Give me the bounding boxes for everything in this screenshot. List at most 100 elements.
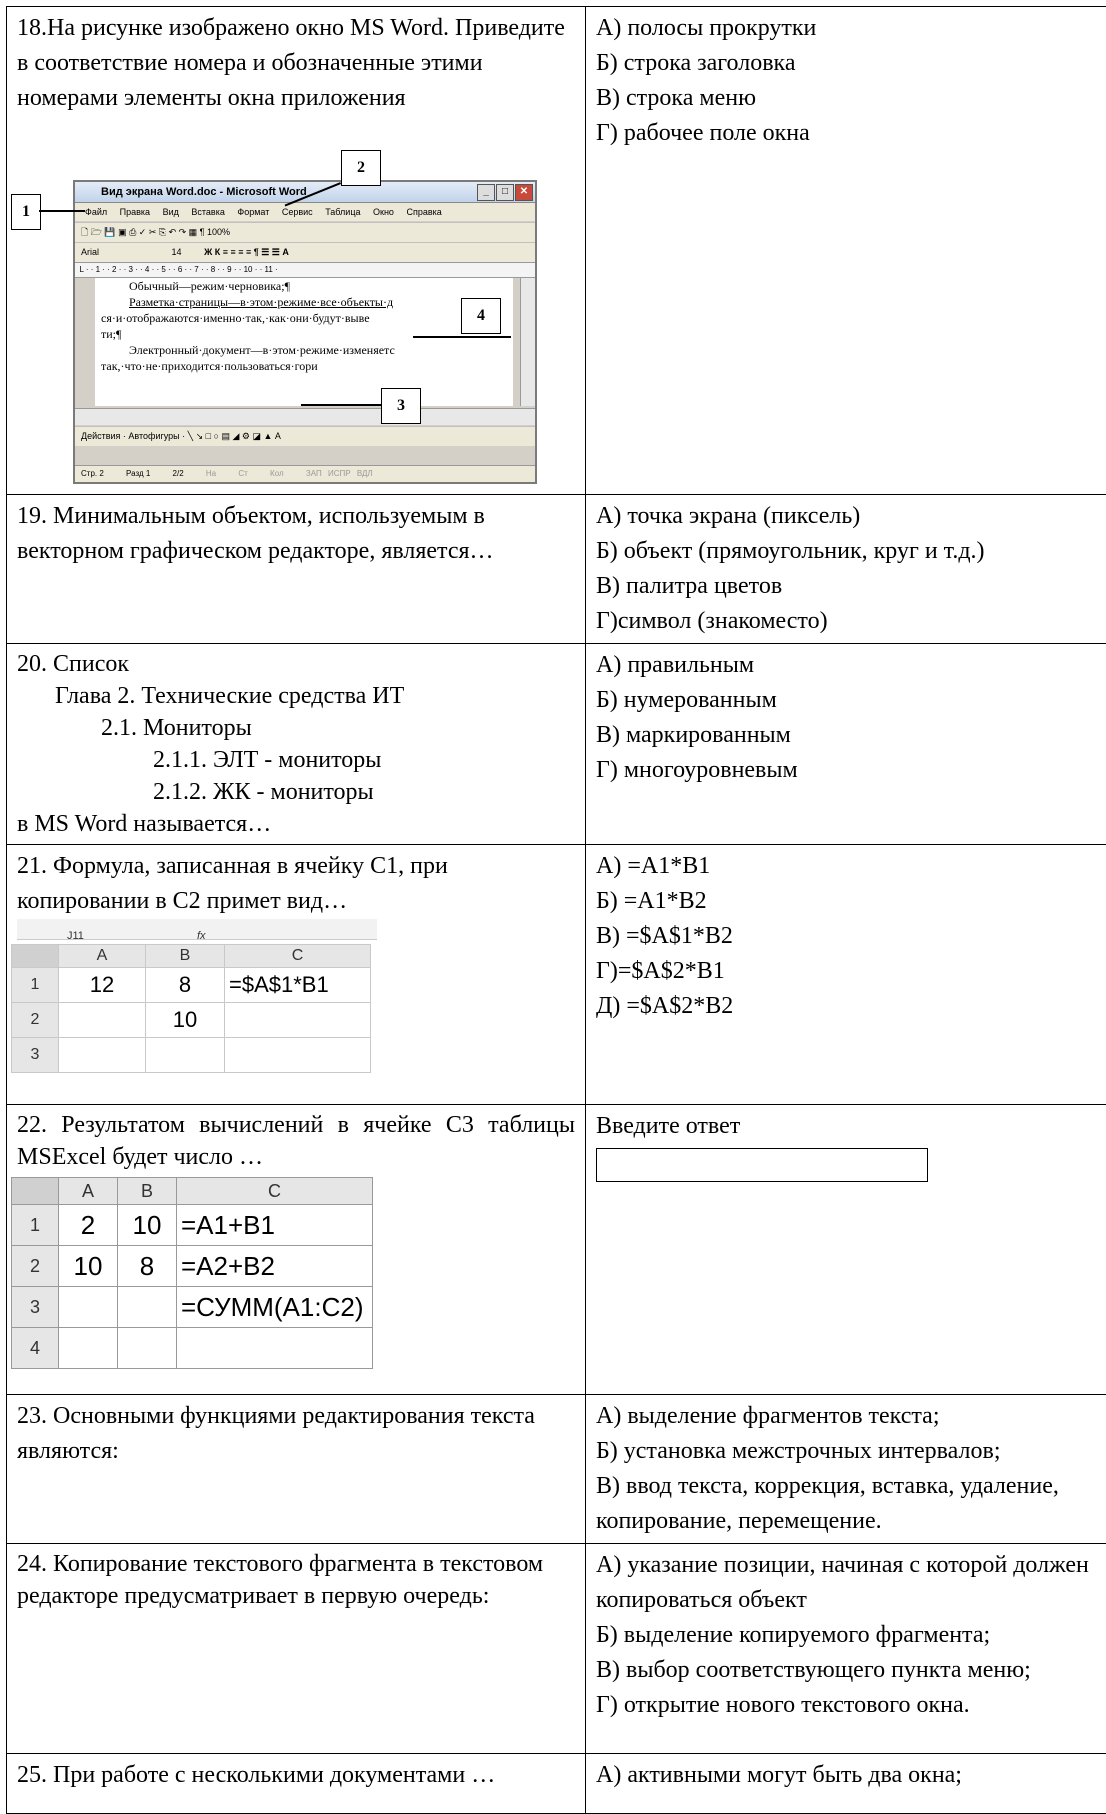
question-cell: 21. Формула, записанная в ячейку С1, при… <box>7 845 586 1105</box>
col-header[interactable]: A <box>59 945 146 968</box>
option-b[interactable]: Б) =A1*B2 <box>596 884 1096 919</box>
fx-icon[interactable]: fx <box>197 919 206 939</box>
option-a[interactable]: А) указание позиции, начиная с которой д… <box>596 1548 1096 1618</box>
cell[interactable]: =СУММ(A1:C2) <box>177 1287 373 1328</box>
question-cell: 18.На рисунке изображено окно MS Word. П… <box>7 7 586 495</box>
font-select[interactable]: Arial <box>81 247 99 257</box>
zoom-value[interactable]: 100% <box>207 227 230 237</box>
col-header[interactable]: C <box>225 945 371 968</box>
option-d[interactable]: Г) рабочее поле окна <box>596 116 1096 151</box>
option-b[interactable]: Б) строка заголовка <box>596 46 1096 81</box>
option-a[interactable]: А) полосы прокрутки <box>596 11 1096 46</box>
menu-item[interactable]: Правка <box>120 207 150 217</box>
ruler: L · · 1 · · 2 · · 3 · · 4 · · 5 · · 6 · … <box>75 262 535 278</box>
font-size-select[interactable]: 14 <box>172 247 182 257</box>
cell[interactable] <box>118 1328 177 1369</box>
question-cell: 24. Копирование текстового фрагмента в т… <box>7 1544 586 1754</box>
cell[interactable] <box>177 1328 373 1369</box>
options-cell: А) правильным Б) нумерованным В) маркиро… <box>586 644 1106 845</box>
cell[interactable]: 8 <box>146 968 225 1003</box>
col-header[interactable]: C <box>177 1178 373 1205</box>
option-d[interactable]: Г) многоуровневым <box>596 753 1096 788</box>
row-header[interactable]: 2 <box>12 1003 59 1038</box>
doc-line: Обычный—режим·черновика;¶ <box>129 278 507 294</box>
list-line: в MS Word называется… <box>17 808 575 840</box>
cell[interactable]: =A1+B1 <box>177 1205 373 1246</box>
list-line: 2.1. Мониторы <box>17 712 575 744</box>
option-a[interactable]: А) активными могут быть два окна; <box>596 1758 1096 1793</box>
cell[interactable]: 10 <box>146 1003 225 1038</box>
cell[interactable]: =A2+B2 <box>177 1246 373 1287</box>
cell[interactable]: 12 <box>59 968 146 1003</box>
option-a[interactable]: А) правильным <box>596 648 1096 683</box>
corner-cell[interactable] <box>12 945 59 968</box>
row-header[interactable]: 2 <box>12 1246 59 1287</box>
option-d[interactable]: Г)=$A$2*B1 <box>596 954 1096 989</box>
option-c[interactable]: В) маркированным <box>596 718 1096 753</box>
menu-item[interactable]: Вставка <box>191 207 224 217</box>
row-header[interactable]: 1 <box>12 968 59 1003</box>
cell[interactable] <box>225 1003 371 1038</box>
option-a[interactable]: А) точка экрана (пиксель) <box>596 499 1096 534</box>
options-cell: А) указание позиции, начиная с которой д… <box>586 1544 1106 1754</box>
option-b[interactable]: Б) нумерованным <box>596 683 1096 718</box>
word-window-figure: Вид экрана Word.doc - Microsoft Word _ □… <box>11 150 571 480</box>
menu-item[interactable]: Таблица <box>325 207 360 217</box>
cell[interactable] <box>59 1328 118 1369</box>
option-b[interactable]: Б) выделение копируемого фрагмента; <box>596 1618 1096 1653</box>
col-header[interactable]: B <box>146 945 225 968</box>
document-area[interactable]: Обычный—режим·черновика;¶ Разметка·стран… <box>95 278 513 406</box>
cell[interactable] <box>146 1038 225 1073</box>
option-a[interactable]: А) =A1*B1 <box>596 849 1096 884</box>
horizontal-scrollbar[interactable] <box>75 408 535 425</box>
option-d[interactable]: Г)символ (знакоместо) <box>596 604 1096 639</box>
option-b[interactable]: Б) объект (прямоугольник, круг и т.д.) <box>596 534 1096 569</box>
menu-item[interactable]: Справка <box>406 207 441 217</box>
status-col: Кол <box>270 469 284 478</box>
callout-1-line <box>39 210 85 212</box>
option-e[interactable]: Д) =$A$2*B2 <box>596 989 1096 1024</box>
name-box[interactable]: J11 <box>17 919 167 939</box>
menu-item[interactable]: Формат <box>237 207 269 217</box>
doc-line: ся·и·отображаются·именно·так,·как·они·бу… <box>101 310 507 326</box>
cell[interactable] <box>225 1038 371 1073</box>
status-bar: Стр. 2 Разд 1 2/2 На Ст Кол ЗАП ИСПР ВДЛ <box>75 465 535 482</box>
menu-item[interactable]: Вид <box>163 207 179 217</box>
corner-cell[interactable] <box>12 1178 59 1205</box>
menu-item[interactable]: Сервис <box>282 207 313 217</box>
cell[interactable] <box>59 1287 118 1328</box>
row-header[interactable]: 3 <box>12 1038 59 1073</box>
menu-item[interactable]: Окно <box>373 207 394 217</box>
options-cell: А) выделение фрагментов текста; Б) устан… <box>586 1395 1106 1544</box>
option-d[interactable]: Г) открытие нового текстового окна. <box>596 1688 1096 1723</box>
cell[interactable]: =$A$1*B1 <box>225 968 371 1003</box>
row-header[interactable]: 4 <box>12 1328 59 1369</box>
col-header[interactable]: A <box>59 1178 118 1205</box>
close-icon[interactable]: ✕ <box>515 184 533 201</box>
option-c[interactable]: В) палитра цветов <box>596 569 1096 604</box>
cell[interactable]: 8 <box>118 1246 177 1287</box>
cell[interactable] <box>59 1003 146 1038</box>
cell[interactable] <box>59 1038 146 1073</box>
cell[interactable]: 10 <box>59 1246 118 1287</box>
vertical-scrollbar[interactable] <box>520 278 535 406</box>
option-c[interactable]: В) выбор соответствующего пункта меню; <box>596 1653 1096 1688</box>
option-c[interactable]: В) =$A$1*B2 <box>596 919 1096 954</box>
option-b[interactable]: Б) установка межстрочных интервалов; <box>596 1434 1096 1469</box>
row-header[interactable]: 3 <box>12 1287 59 1328</box>
menu-item[interactable]: Файл <box>85 207 107 217</box>
cell[interactable]: 2 <box>59 1205 118 1246</box>
cell[interactable]: 10 <box>118 1205 177 1246</box>
option-c[interactable]: В) строка меню <box>596 81 1096 116</box>
row-header[interactable]: 1 <box>12 1205 59 1246</box>
drawing-toolbar-label[interactable]: Действия · Автофигуры · <box>81 431 185 441</box>
cell[interactable] <box>118 1287 177 1328</box>
minimize-icon[interactable]: _ <box>477 184 495 201</box>
maximize-icon[interactable]: □ <box>496 184 514 201</box>
option-c[interactable]: В) ввод текста, коррекция, вставка, удал… <box>596 1469 1096 1539</box>
answer-input[interactable] <box>596 1148 928 1182</box>
doc-line: ти;¶ <box>101 326 507 342</box>
menu-bar: Файл Правка Вид Вставка Формат Сервис Та… <box>75 203 535 221</box>
col-header[interactable]: B <box>118 1178 177 1205</box>
option-a[interactable]: А) выделение фрагментов текста; <box>596 1399 1096 1434</box>
